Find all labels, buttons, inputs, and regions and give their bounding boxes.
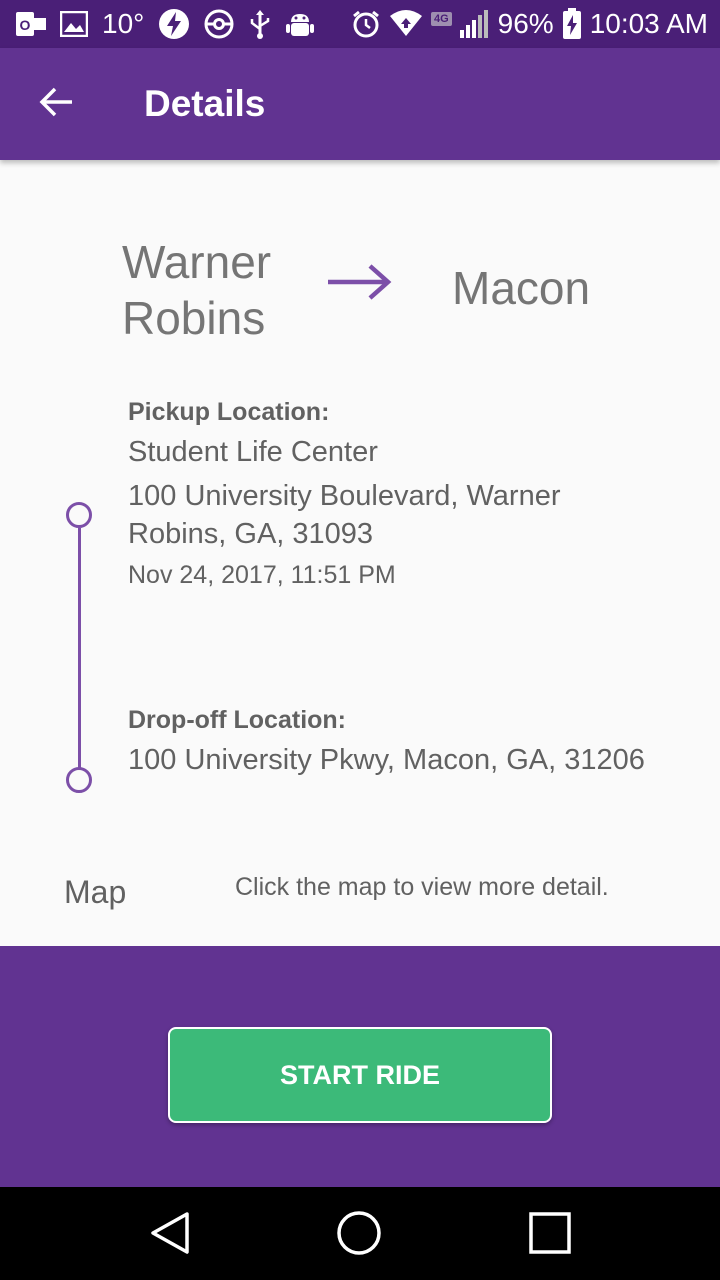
nav-home-button[interactable] [335,1210,383,1261]
usb-icon [248,9,272,39]
signal-icon [459,10,490,38]
network-type-badge: 4G [430,12,452,26]
alarm-icon [351,9,381,39]
arrow-left-icon [39,87,73,122]
battery-percent: 96% [497,8,554,39]
details-content: Warner Robins Macon Pickup Location: Stu… [0,160,720,946]
pickup-address: 100 University Boulevard, Warner Robins,… [128,480,561,550]
arrow-right-icon [326,262,392,307]
bottom-panel: START RIDE [0,946,720,1187]
android-debug-icon [286,9,315,39]
circle-home-icon [336,1210,382,1261]
destination-city: Macon [452,262,591,314]
route-summary: Warner Robins Macon [0,230,720,350]
map-label[interactable]: Map [64,874,126,911]
temperature-text: 10° [102,8,145,39]
image-icon [60,11,88,37]
dropoff-marker-icon [66,767,92,793]
nav-back-button[interactable] [146,1211,194,1259]
triangle-back-icon [149,1211,191,1260]
pickup-marker-icon [66,502,92,528]
clock-text: 10:03 AM [589,8,708,39]
status-bar: O 10° 4G 96% 10:03 AM [0,0,720,48]
page-title: Details [144,83,266,124]
nav-recents-button[interactable] [526,1211,574,1259]
dropoff-section: Drop-off Location: 100 University Pkwy, … [128,706,648,779]
svg-text:O: O [20,17,31,33]
back-button[interactable] [28,76,84,132]
battery-charging-icon [562,8,582,40]
app-bar: Details [0,48,720,160]
pickup-label: Pickup Location: [128,398,330,426]
wifi-icon [389,10,423,38]
pokeball-icon [204,9,234,39]
route-timeline-line [78,528,81,768]
start-ride-button[interactable]: START RIDE [168,1027,552,1123]
pickup-section: Pickup Location: Student Life Center 100… [128,398,648,593]
square-recents-icon [528,1211,572,1260]
origin-city: Warner Robins [122,236,272,344]
dropoff-label: Drop-off Location: [128,706,347,734]
dropoff-address: 100 University Pkwy, Macon, GA, 31206 [128,744,645,776]
outlook-icon: O [16,10,46,38]
flash-icon [158,8,190,40]
pickup-datetime: Nov 24, 2017, 11:51 PM [128,561,396,589]
map-hint[interactable]: Click the map to view more detail. [235,873,609,902]
navigation-bar [0,1187,720,1280]
pickup-name: Student Life Center [128,436,378,468]
